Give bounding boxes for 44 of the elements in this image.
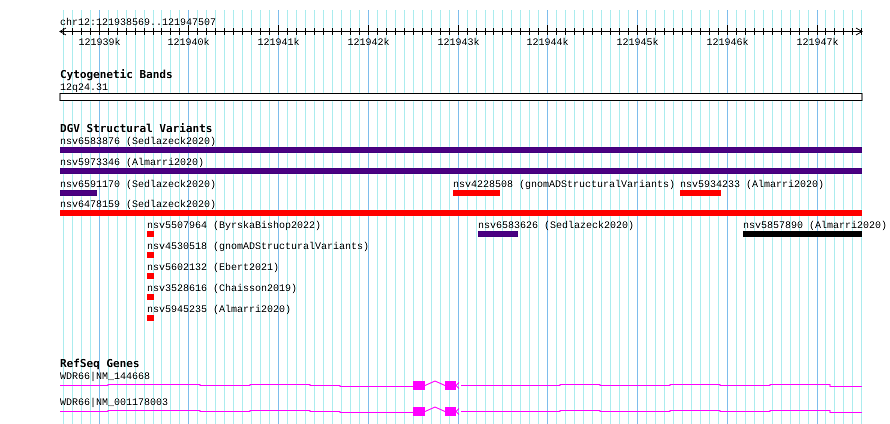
variant-label: nsv6583876 (Sedlazeck2020) bbox=[60, 137, 216, 148]
track-title: DGV Structural Variants bbox=[60, 122, 212, 135]
variant-bar[interactable] bbox=[147, 315, 154, 321]
variant-bar[interactable] bbox=[453, 190, 500, 196]
gene-label: WDR66|NM_001178003 bbox=[60, 398, 168, 409]
tick-label: 121947k bbox=[796, 38, 838, 49]
variant-bar[interactable] bbox=[60, 168, 862, 174]
track-title: Cytogenetic Bands bbox=[60, 68, 173, 81]
tick-label: 121940k bbox=[168, 38, 210, 49]
location-label: chr12:121938569..121947507 bbox=[60, 18, 216, 29]
variant-bar[interactable] bbox=[60, 147, 862, 153]
variant-label: nsv4530518 (gnomADStructuralVariants) bbox=[147, 242, 370, 253]
tick-label: 121942k bbox=[348, 38, 390, 49]
variant-label: nsv5857890 (Almarri2020) bbox=[743, 221, 888, 232]
gene-label: WDR66|NM_144668 bbox=[60, 372, 150, 383]
variant-bar[interactable] bbox=[743, 231, 862, 237]
variant-bar[interactable] bbox=[147, 273, 154, 279]
variant-label: nsv5973346 (Almarri2020) bbox=[60, 158, 204, 169]
variant-label: nsv4228508 (gnomADStructuralVariants) bbox=[453, 180, 676, 191]
variant-label: nsv5507964 (ByrskaBishop2022) bbox=[147, 221, 322, 232]
band-label: 12q24.31 bbox=[60, 83, 108, 94]
variant-label: nsv6583626 (Sedlazeck2020) bbox=[478, 221, 634, 232]
variant-bar[interactable] bbox=[680, 190, 721, 196]
variant-bar[interactable] bbox=[147, 294, 154, 300]
tick-label: 121945k bbox=[616, 38, 658, 49]
variant-bar[interactable] bbox=[147, 252, 154, 258]
variant-label: nsv6591170 (Sedlazeck2020) bbox=[60, 180, 216, 191]
tick-label: 121939k bbox=[78, 38, 120, 49]
variant-bar[interactable] bbox=[147, 231, 154, 237]
variant-bar[interactable] bbox=[60, 210, 862, 216]
variant-label: nsv6478159 (Sedlazeck2020) bbox=[60, 200, 216, 211]
gene-model-drawing[interactable] bbox=[60, 406, 862, 416]
tick-label: 121946k bbox=[706, 38, 748, 49]
variant-label: nsv5945235 (Almarri2020) bbox=[147, 305, 292, 316]
tick-label: 121943k bbox=[438, 38, 480, 49]
variant-bar[interactable] bbox=[478, 231, 518, 237]
track-title: RefSeq Genes bbox=[60, 357, 140, 370]
variant-bar[interactable] bbox=[60, 190, 97, 196]
variant-label: nsv5934233 (Almarri2020) bbox=[680, 180, 824, 191]
variant-label: nsv5602132 (Ebert2021) bbox=[147, 263, 280, 274]
tick-label: 121944k bbox=[526, 38, 568, 49]
gene-model-drawing[interactable] bbox=[60, 380, 862, 390]
variant-label: nsv3528616 (Chaisson2019) bbox=[147, 284, 298, 295]
tick-label: 121941k bbox=[258, 38, 300, 49]
